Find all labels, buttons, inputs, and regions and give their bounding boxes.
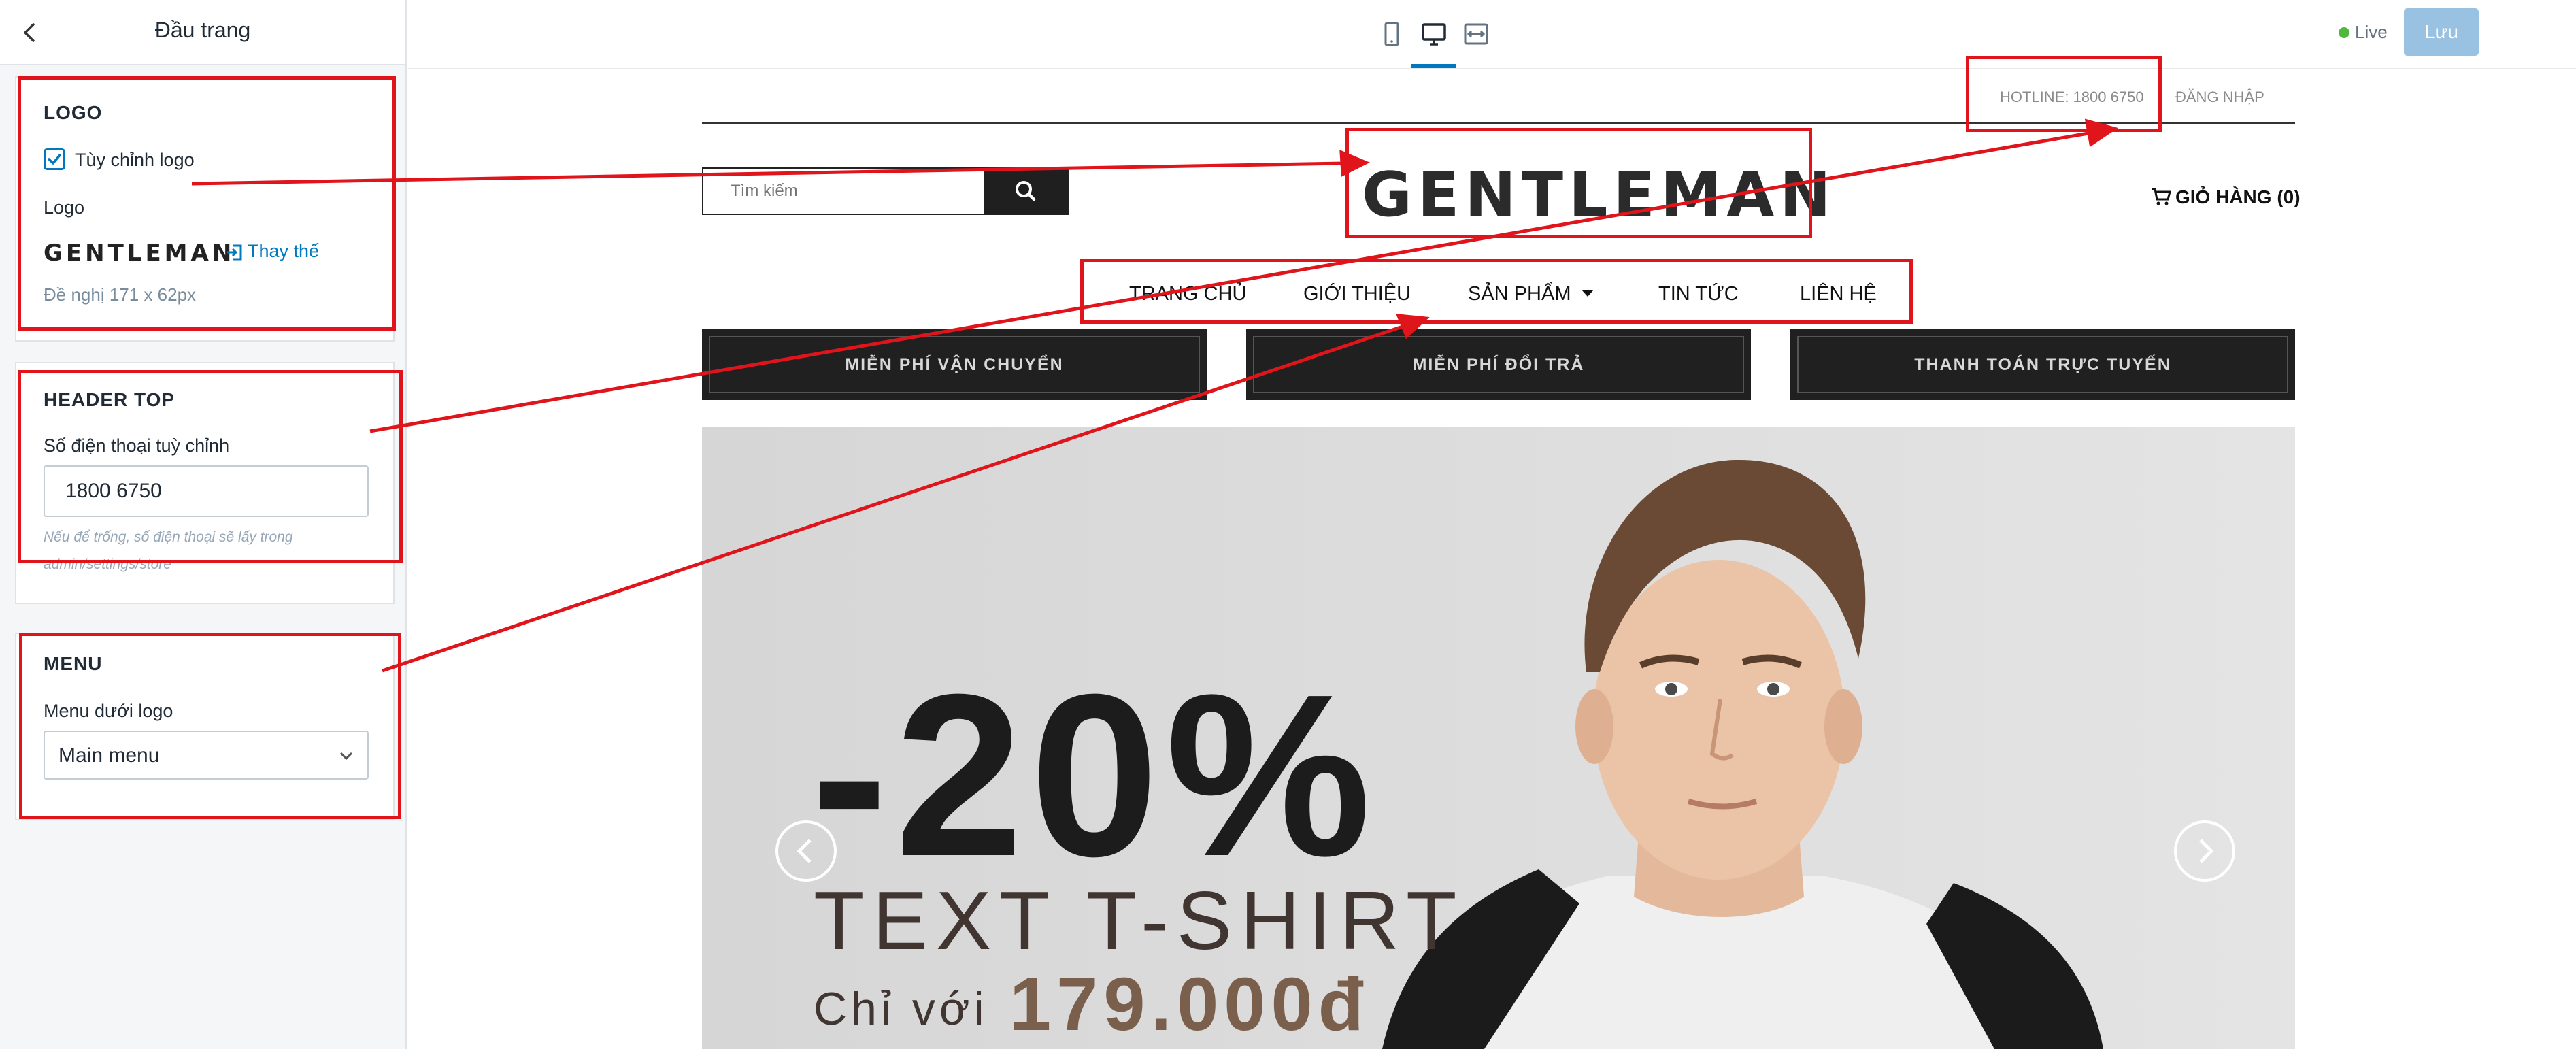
live-status-dot: [2339, 27, 2349, 38]
chevron-left-icon: [797, 839, 812, 863]
callout-header-top-settings: [18, 370, 403, 563]
login-link[interactable]: ĐĂNG NHẬP: [2175, 88, 2264, 106]
promo-free-returns[interactable]: MIỄN PHÍ ĐỔI TRẢ: [1246, 329, 1751, 400]
callout-site-logo: [1345, 128, 1812, 238]
banner-discount: -20%: [811, 646, 1378, 905]
search-button[interactable]: [984, 169, 1068, 214]
banner-price: 179.000đ: [1009, 963, 1369, 1046]
slider-next-button[interactable]: [2174, 820, 2235, 882]
callout-logo-settings: [18, 76, 396, 331]
callout-hotline: [1966, 56, 2162, 132]
live-status-label: Live: [2355, 22, 2388, 42]
desktop-icon[interactable]: [1418, 18, 1450, 50]
promo-online-payment[interactable]: THANH TOÁN TRỰC TUYẾN: [1790, 329, 2295, 400]
promo-free-shipping[interactable]: MIỄN PHÍ VẬN CHUYỂN: [702, 329, 1207, 400]
callout-main-menu: [1080, 259, 1913, 324]
slider-prev-button[interactable]: [775, 820, 837, 882]
active-device-indicator: [1411, 64, 1456, 68]
promo-free-shipping-label: MIỄN PHÍ VẬN CHUYỂN: [709, 336, 1200, 393]
promo-free-returns-label: MIỄN PHÍ ĐỔI TRẢ: [1253, 336, 1744, 393]
banner-price-label: Chỉ với: [814, 983, 988, 1035]
cart-label: GIỎ HÀNG (0): [2175, 186, 2301, 207]
fullwidth-icon[interactable]: [1460, 18, 1492, 50]
search-input[interactable]: [703, 169, 986, 214]
cart-link[interactable]: GIỎ HÀNG (0): [2151, 186, 2301, 208]
save-button[interactable]: Lưu: [2404, 8, 2479, 56]
mobile-icon[interactable]: [1375, 18, 1408, 50]
cart-icon: [2151, 187, 2171, 206]
search-form: [702, 167, 1069, 215]
panel-header: Đầu trang: [0, 0, 405, 65]
panel-title: Đầu trang: [154, 18, 251, 42]
hero-banner[interactable]: -20% TEXT T-SHIRT Chỉ với 179.000đ: [702, 427, 2295, 1049]
callout-menu-settings: [19, 633, 401, 819]
banner-product: TEXT T-SHIRT: [814, 874, 1465, 967]
promo-online-payment-label: THANH TOÁN TRỰC TUYẾN: [1797, 336, 2288, 393]
chevron-right-icon: [2199, 839, 2214, 863]
search-icon: [1016, 181, 1036, 201]
